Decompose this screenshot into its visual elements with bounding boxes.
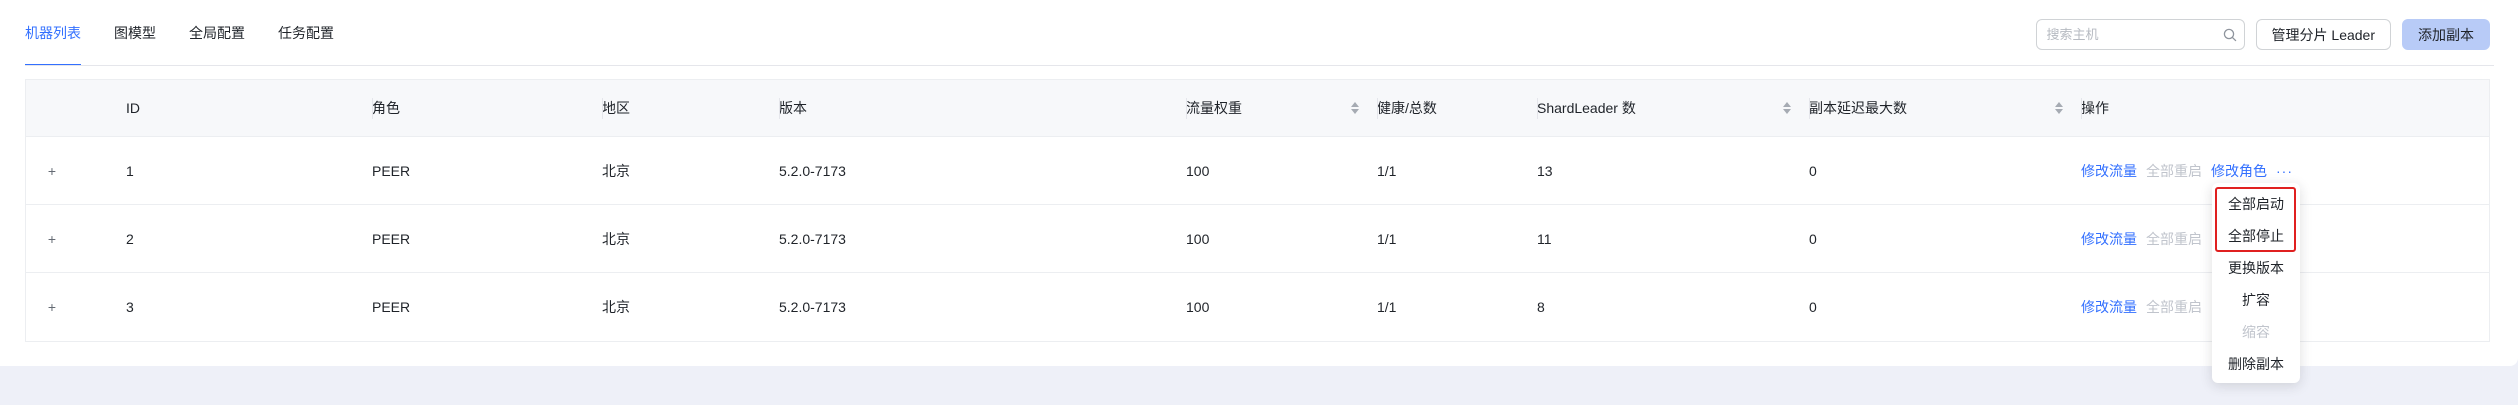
search-icon[interactable] <box>2223 27 2237 43</box>
search-input[interactable] <box>2046 27 2223 42</box>
cell-version: 5.2.0-7173 <box>779 299 846 315</box>
table-row: + 2 PEER 北京 5.2.0-7173 100 1/1 11 0 修改流量… <box>26 205 2489 273</box>
cell-id: 2 <box>126 230 134 247</box>
expand-icon[interactable]: + <box>44 299 60 315</box>
more-actions-dropdown: 全部启动 全部停止 更换版本 扩容 缩容 删除副本 <box>2212 183 2300 383</box>
modify-traffic-link[interactable]: 修改流量 <box>2081 297 2137 317</box>
table-row: + 1 PEER 北京 5.2.0-7173 100 1/1 13 0 修改流量… <box>26 137 2489 205</box>
header-id: ID <box>126 100 140 116</box>
tab-task-config[interactable]: 任务配置 <box>278 0 334 66</box>
manage-shard-leader-button[interactable]: 管理分片 Leader <box>2255 19 2391 50</box>
cell-health: 1/1 <box>1377 162 1397 179</box>
cell-weight: 100 <box>1186 162 1210 179</box>
expand-cell: + <box>26 137 126 204</box>
cell-replica-delay: 0 <box>1809 299 1817 315</box>
cell-health: 1/1 <box>1377 299 1397 315</box>
table-header: ID 角色 地区 版本 流量权重 健康/总数 ShardLeader 数 副本延… <box>26 80 2489 137</box>
header-region: 地区 <box>602 80 779 136</box>
table-row: + 3 PEER 北京 5.2.0-7173 100 1/1 8 0 修改流量 … <box>26 273 2489 341</box>
expand-icon[interactable]: + <box>44 231 60 247</box>
sort-icon[interactable] <box>1783 102 1791 114</box>
cell-version: 5.2.0-7173 <box>779 162 846 179</box>
menu-item-stop-all[interactable]: 全部停止 <box>2212 220 2300 252</box>
modify-traffic-link[interactable]: 修改流量 <box>2081 229 2137 249</box>
sort-icon[interactable] <box>2055 102 2063 114</box>
menu-item-change-version[interactable]: 更换版本 <box>2212 252 2300 284</box>
cell-replica-delay: 0 <box>1809 230 1817 247</box>
restart-all-link: 全部重启 <box>2146 299 2202 315</box>
header-expand <box>26 80 126 136</box>
header-role: 角色 <box>372 80 602 136</box>
expand-cell: + <box>26 273 126 341</box>
search-box <box>2035 19 2245 50</box>
header-weight[interactable]: 流量权重 <box>1186 80 1377 136</box>
expand-icon[interactable]: + <box>44 163 60 179</box>
cell-region: 北京 <box>602 299 630 315</box>
expand-cell: + <box>26 205 126 272</box>
header-shard-leader[interactable]: ShardLeader 数 <box>1537 80 1809 136</box>
tab-bar: 机器列表 图模型 全局配置 任务配置 <box>25 0 367 66</box>
cell-replica-delay: 0 <box>1809 162 1817 179</box>
header-health: 健康/总数 <box>1377 80 1537 136</box>
cell-shard-leader: 13 <box>1537 162 1553 179</box>
tab-machine-list[interactable]: 机器列表 <box>25 0 81 66</box>
tab-global-config[interactable]: 全局配置 <box>189 0 245 66</box>
cell-role: PEER <box>372 230 411 247</box>
cell-shard-leader: 11 <box>1537 230 1552 247</box>
cell-weight: 100 <box>1186 299 1210 315</box>
header-replica-delay[interactable]: 副本延迟最大数 <box>1809 80 2081 136</box>
cell-role: PEER <box>372 299 411 315</box>
machine-table: ID 角色 地区 版本 流量权重 健康/总数 ShardLeader 数 副本延… <box>25 79 2490 342</box>
cell-version: 5.2.0-7173 <box>779 230 846 247</box>
header-version: 版本 <box>779 80 1186 136</box>
main-card: 机器列表 图模型 全局配置 任务配置 管理分片 Leader 添加副本 ID 角… <box>0 0 2518 366</box>
cell-id: 1 <box>126 162 134 179</box>
cell-health: 1/1 <box>1377 230 1397 247</box>
menu-item-start-all[interactable]: 全部启动 <box>2212 188 2300 220</box>
menu-item-scale-in: 缩容 <box>2242 324 2270 340</box>
tabs-divider <box>25 65 2494 66</box>
restart-all-link: 全部重启 <box>2146 162 2202 179</box>
add-replica-button[interactable]: 添加副本 <box>2402 19 2490 50</box>
cell-role: PEER <box>372 162 411 179</box>
more-actions-icon[interactable]: ··· <box>2276 163 2293 179</box>
menu-item-scale-out[interactable]: 扩容 <box>2212 284 2300 316</box>
modify-role-link[interactable]: 修改角色 <box>2211 161 2267 181</box>
menu-item-delete-replica[interactable]: 删除副本 <box>2212 348 2300 380</box>
cell-region: 北京 <box>602 230 630 247</box>
cell-region: 北京 <box>602 162 630 179</box>
toolbar: 管理分片 Leader 添加副本 <box>2035 19 2490 50</box>
cell-id: 3 <box>126 299 134 315</box>
header-actions: 操作 <box>2081 80 2489 136</box>
cell-weight: 100 <box>1186 230 1210 247</box>
sort-icon[interactable] <box>1351 102 1359 114</box>
cell-shard-leader: 8 <box>1537 299 1545 315</box>
tab-graph-model[interactable]: 图模型 <box>114 0 156 66</box>
modify-traffic-link[interactable]: 修改流量 <box>2081 161 2137 181</box>
restart-all-link: 全部重启 <box>2146 230 2202 247</box>
